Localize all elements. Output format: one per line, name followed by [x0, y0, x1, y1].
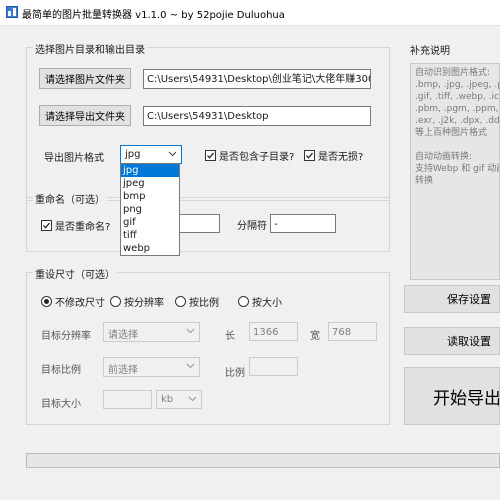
width-field[interactable]: 1366: [249, 322, 298, 341]
input-path-field[interactable]: C:\Users\54931\Desktop\创业笔记\大佬年赚300万的: [143, 69, 371, 89]
format-option-webp[interactable]: webp: [121, 242, 179, 255]
format-option-jpg[interactable]: jpg: [121, 164, 179, 177]
mode-size-radio[interactable]: 按大小: [238, 294, 282, 309]
notes-line: .exr, .j2k, .dpx, .dds: [415, 116, 500, 126]
notes-line: .gif, .tiff, .webp, .ico: [415, 92, 500, 102]
resolution-select[interactable]: 请选择: [103, 322, 200, 342]
notes-line: 转换: [415, 176, 434, 186]
chevron-down-icon: [186, 363, 195, 369]
lossless-label: 是否无损?: [318, 152, 364, 163]
target-resolution-label: 目标分辨率: [41, 331, 91, 342]
separator-label: 分隔符: [237, 221, 267, 232]
rename-checkbox[interactable]: 是否重命名?: [41, 218, 110, 233]
include-subdirs-label: 是否包含子目录?: [219, 152, 295, 163]
format-option-jpeg[interactable]: jpeg: [121, 177, 179, 190]
resize-group-label: 重设尺寸（可选）: [33, 266, 117, 281]
format-option-tiff[interactable]: tiff: [121, 229, 179, 242]
mode-ratio-radio[interactable]: 按比例: [175, 294, 219, 309]
load-settings-button[interactable]: 读取设置: [404, 327, 500, 355]
app-icon: [6, 6, 18, 18]
format-select-value: jpg: [125, 149, 141, 160]
chevron-down-icon: [188, 396, 197, 402]
mode-no-resize-label: 不修改尺寸: [55, 298, 105, 309]
start-export-button[interactable]: 开始导出: [404, 367, 500, 425]
mode-resolution-label: 按分辨率: [124, 298, 164, 309]
notes-line: 支持Webp 和 gif 动画: [415, 164, 500, 174]
mode-no-resize-radio[interactable]: 不修改尺寸: [41, 294, 105, 309]
notes-line: 等上百种图片格式: [415, 128, 488, 138]
size-field[interactable]: [103, 390, 152, 409]
notes-line: 自动动画转换:: [415, 152, 473, 162]
target-ratio-label: 目标比例: [41, 365, 81, 376]
target-size-label: 目标大小: [41, 399, 81, 410]
notes-line: .pbm, .pgm, .ppm, .: [415, 104, 500, 114]
width-label: 长: [225, 331, 235, 342]
ratio-field[interactable]: [249, 357, 298, 376]
include-subdirs-check-icon: [205, 150, 216, 161]
chevron-down-icon: [168, 151, 177, 157]
height-field[interactable]: 768: [328, 322, 377, 341]
resolution-select-value: 请选择: [108, 330, 138, 341]
notes-line: .bmp, .jpg, .jpeg, .p: [415, 80, 500, 90]
format-option-bmp[interactable]: bmp: [121, 190, 179, 203]
format-option-png[interactable]: png: [121, 203, 179, 216]
select-output-folder-button[interactable]: 请选择导出文件夹: [39, 105, 131, 126]
lossless-checkbox[interactable]: 是否无损?: [304, 148, 363, 163]
rename-field[interactable]: [176, 214, 220, 233]
chevron-down-icon: [186, 328, 195, 334]
mode-ratio-label: 按比例: [189, 298, 219, 309]
paths-group-label: 选择图片目录和输出目录: [33, 41, 147, 56]
format-label: 导出图片格式: [44, 153, 104, 164]
rename-group-label: 重命名（可选）: [33, 191, 107, 206]
window-title: 最简单的图片批量转换器 v1.1.0 ~ by 52pojie Duluohua: [22, 10, 285, 21]
output-path-field[interactable]: C:\Users\54931\Desktop: [143, 106, 371, 126]
height-label: 宽: [310, 331, 320, 342]
size-unit-value: kb: [161, 394, 174, 405]
format-dropdown-list: jpg jpeg bmp png gif tiff webp: [120, 163, 180, 256]
title-bar: 最简单的图片批量转换器 v1.1.0 ~ by 52pojie Duluohua: [0, 0, 500, 26]
select-input-folder-button[interactable]: 请选择图片文件夹: [39, 68, 131, 89]
include-subdirs-checkbox[interactable]: 是否包含子目录?: [205, 148, 294, 163]
size-unit-select[interactable]: kb: [156, 390, 202, 409]
lossless-check-icon: [304, 150, 315, 161]
mode-resolution-radio[interactable]: 按分辨率: [110, 294, 164, 309]
radio-icon: [110, 296, 121, 307]
export-progress-bar: [26, 453, 500, 468]
rename-check-icon: [41, 220, 52, 231]
ratio-select-value: 前选择: [108, 365, 138, 376]
radio-selected-icon: [41, 296, 52, 307]
notes-label: 补充说明: [410, 46, 450, 57]
separator-field[interactable]: -: [270, 214, 336, 233]
format-select[interactable]: jpg: [120, 145, 182, 164]
notes-line: [415, 139, 495, 151]
radio-icon: [238, 296, 249, 307]
ratio-label: 比例: [225, 368, 245, 379]
rename-label: 是否重命名?: [55, 222, 111, 233]
notes-line: 自动识别图片格式:: [415, 68, 491, 78]
notes-panel: 自动识别图片格式: .bmp, .jpg, .jpeg, .p .gif, .t…: [410, 63, 500, 280]
format-option-gif[interactable]: gif: [121, 216, 179, 229]
save-settings-button[interactable]: 保存设置: [404, 285, 500, 313]
ratio-select[interactable]: 前选择: [103, 357, 200, 377]
mode-size-label: 按大小: [252, 298, 282, 309]
radio-icon: [175, 296, 186, 307]
